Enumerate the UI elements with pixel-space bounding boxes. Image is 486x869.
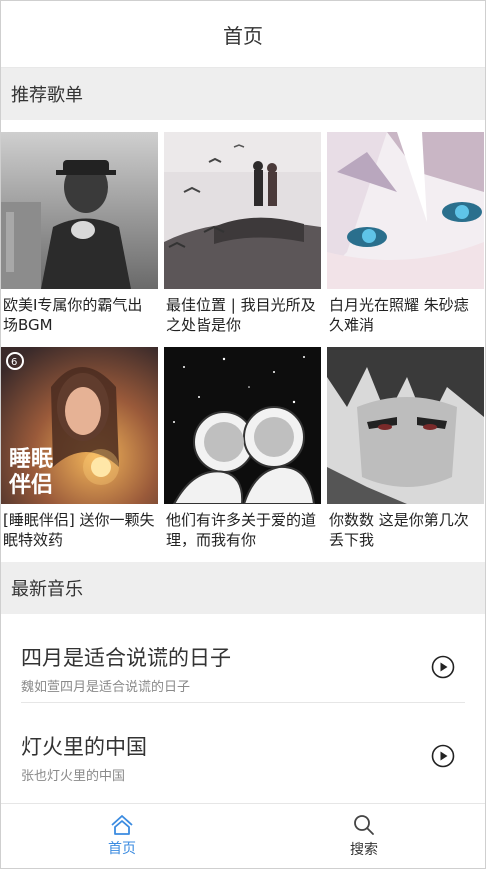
play-icon[interactable] — [431, 744, 455, 768]
tab-search[interactable]: 搜索 — [243, 804, 485, 868]
playlist-cover-image[interactable] — [164, 347, 321, 504]
song-name[interactable]: 四月是适合说谎的日子 — [21, 642, 231, 672]
playlist-card[interactable]: 他们有许多关于爱的道理，而我有你 — [164, 347, 321, 554]
playlist-title[interactable]: [睡眠伴侣] 送你一颗失眠特效药 — [1, 504, 158, 554]
playlist-title[interactable]: 他们有许多关于爱的道理，而我有你 — [164, 504, 321, 554]
playlist-card[interactable]: 最佳位置 | 我目光所及之处皆是你 — [164, 132, 321, 339]
playlist-cover-image[interactable]: 6 睡眠 伴侣 — [1, 347, 158, 504]
playlist-card[interactable]: 6 睡眠 伴侣 [睡眠伴侣] 送你一颗失眠特效药 — [1, 347, 158, 554]
tab-home-label: 首页 — [108, 841, 136, 857]
svg-text:6: 6 — [11, 357, 17, 368]
playlist-title[interactable]: 白月光在照耀 朱砂痣久难消 — [327, 289, 484, 339]
playlist-card[interactable]: 你数数 这是你第几次丢下我 — [327, 347, 484, 554]
app-frame: 首页 推荐歌单 欧美I专属你的霸气出场BGM 最佳位置 | 我目光所及之处皆是你… — [0, 0, 486, 869]
song-list: 四月是适合说谎的日子 魏如萱四月是适合说谎的日子 灯火里的中国 张也灯火里的中国 — [1, 614, 485, 791]
playlist-title[interactable]: 最佳位置 | 我目光所及之处皆是你 — [164, 289, 321, 339]
song-subtitle: 张也灯火里的中国 — [21, 769, 126, 784]
playlist-cover-image[interactable] — [327, 132, 484, 289]
cover-overlay-text: 睡眠 伴侣 — [9, 447, 54, 498]
song-name[interactable]: 灯火里的中国 — [21, 731, 147, 761]
latest-section-title: 最新音乐 — [1, 562, 485, 614]
playlist-card[interactable]: 欧美I专属你的霸气出场BGM — [1, 132, 158, 339]
recommend-section-title: 推荐歌单 — [1, 68, 485, 120]
playlist-grid: 欧美I专属你的霸气出场BGM 最佳位置 | 我目光所及之处皆是你 白月光在照耀 … — [1, 120, 485, 562]
playlist-cover-image[interactable] — [1, 132, 158, 289]
tab-home[interactable]: 首页 — [1, 804, 243, 868]
playlist-cover-image[interactable] — [164, 132, 321, 289]
playlist-title[interactable]: 欧美I专属你的霸气出场BGM — [1, 289, 158, 339]
song-subtitle: 魏如萱四月是适合说谎的日子 — [21, 680, 191, 695]
playlist-title[interactable]: 你数数 这是你第几次丢下我 — [327, 504, 484, 554]
search-icon — [354, 815, 374, 835]
playlist-cover-image[interactable] — [327, 347, 484, 504]
play-icon[interactable] — [431, 655, 455, 679]
tab-search-label: 搜索 — [350, 842, 378, 858]
song-item[interactable]: 灯火里的中国 张也灯火里的中国 — [21, 703, 465, 791]
playlist-card[interactable]: 白月光在照耀 朱砂痣久难消 — [327, 132, 484, 339]
song-item[interactable]: 四月是适合说谎的日子 魏如萱四月是适合说谎的日子 — [21, 614, 465, 703]
bottom-tab-bar: 首页 搜索 — [1, 803, 485, 868]
home-icon — [111, 815, 133, 835]
page-title: 首页 — [1, 1, 485, 68]
